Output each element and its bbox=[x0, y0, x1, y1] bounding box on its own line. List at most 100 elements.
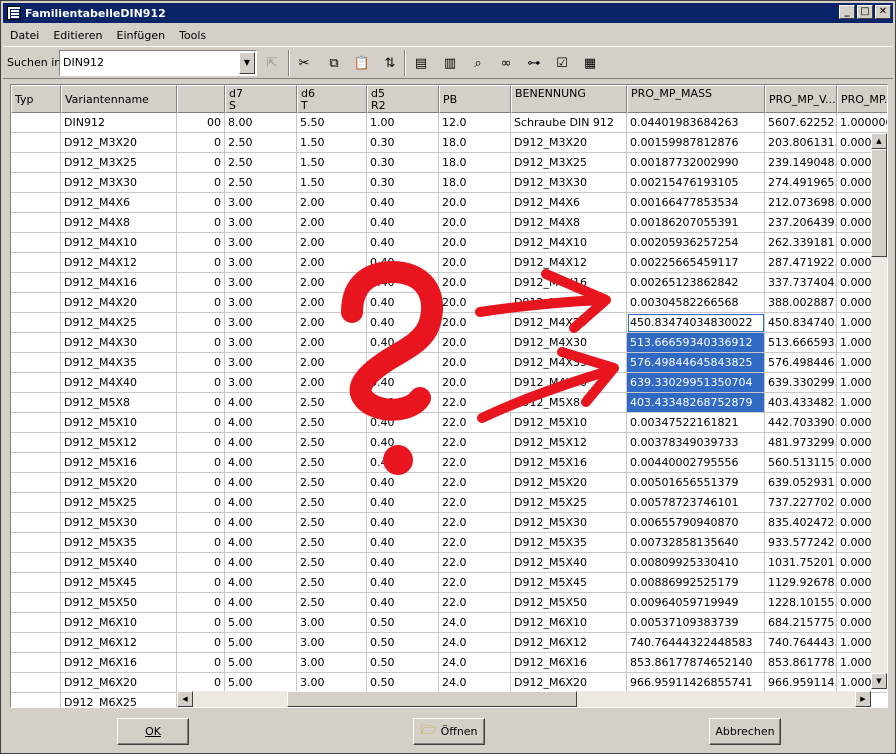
table-cell-d6[interactable]: 2.50 bbox=[297, 453, 367, 473]
table-cell-name[interactable]: D912_M4X35 bbox=[61, 353, 177, 373]
table-cell-pb[interactable]: 22.0 bbox=[439, 393, 511, 413]
table-row[interactable]: D912_M4X25 0 3.00 2.00 0.40 20.0 D912_M4X25 450… bbox=[11, 313, 887, 333]
table-cell-vol[interactable]: 262.339181... bbox=[765, 233, 837, 253]
table-cell-d6[interactable]: 2.00 bbox=[297, 233, 367, 253]
table-cell-d7[interactable]: 4.00 bbox=[225, 493, 297, 513]
table-row[interactable]: D912_M4X12 0 3.00 2.00 0.40 20.0 D912_M4X12 0.0… bbox=[11, 253, 887, 273]
table-cell-mass[interactable]: 576.49844645843825 bbox=[627, 353, 765, 373]
table-cell-vol[interactable]: 513.666593... bbox=[765, 333, 837, 353]
table-cell-d5[interactable]: 0.40 bbox=[367, 273, 439, 293]
table-cell-d7[interactable]: 4.00 bbox=[225, 573, 297, 593]
scroll-left-icon[interactable]: ◀ bbox=[177, 691, 193, 707]
table-cell-ben[interactable]: D912_M4X12 bbox=[511, 253, 627, 273]
table-cell-mass[interactable]: 0.00964059719949 bbox=[627, 593, 765, 613]
table-row[interactable]: D912_M6X16 0 5.00 3.00 0.50 24.0 D912_M6X16 853… bbox=[11, 653, 887, 673]
table-cell-name[interactable]: D912_M5X12 bbox=[61, 433, 177, 453]
table-cell-d6[interactable]: 5.50 bbox=[297, 113, 367, 133]
table-cell-name[interactable]: D912_M3X25 bbox=[61, 153, 177, 173]
table-cell-d5[interactable]: 0.40 bbox=[367, 213, 439, 233]
table-cell-d5[interactable]: 0.40 bbox=[367, 493, 439, 513]
table-cell-d6[interactable]: 2.50 bbox=[297, 473, 367, 493]
table-cell-name[interactable]: D912_M5X40 bbox=[61, 553, 177, 573]
table-cell-mass[interactable]: 0.00215476193105 bbox=[627, 173, 765, 193]
table-cell-vol[interactable]: 442.703390... bbox=[765, 413, 837, 433]
table-cell-ben[interactable]: D912_M5X25 bbox=[511, 493, 627, 513]
table-cell-d6[interactable]: 2.50 bbox=[297, 533, 367, 553]
table-cell-d6[interactable]: 3.00 bbox=[297, 673, 367, 693]
table-cell-d6[interactable]: 1.50 bbox=[297, 173, 367, 193]
table-cell-d6[interactable]: 2.50 bbox=[297, 513, 367, 533]
table-cell-name[interactable]: D912_M6X12 bbox=[61, 633, 177, 653]
table-cell-name[interactable]: D912_M4X6 bbox=[61, 193, 177, 213]
table-cell-x[interactable]: 0 bbox=[177, 573, 225, 593]
table-cell-typ[interactable] bbox=[11, 353, 61, 373]
table-cell-typ[interactable] bbox=[11, 673, 61, 693]
table-cell-vol[interactable]: 403.433482... bbox=[765, 393, 837, 413]
table-cell-d5[interactable]: 0.40 bbox=[367, 513, 439, 533]
scroll-up-icon[interactable]: ▲ bbox=[871, 133, 887, 149]
table-cell-ben[interactable]: D912_M4X10 bbox=[511, 233, 627, 253]
table-cell-name[interactable]: D912_M4X20 bbox=[61, 293, 177, 313]
table-row[interactable]: D912_M4X20 0 3.00 2.00 0.40 20.0 D912_M4X20 0.0… bbox=[11, 293, 887, 313]
table-cell-ben[interactable]: D912_M5X45 bbox=[511, 573, 627, 593]
table-cell-d6[interactable]: 2.50 bbox=[297, 413, 367, 433]
table-cell-vol[interactable]: 287.471922... bbox=[765, 253, 837, 273]
table-row[interactable]: D912_M6X10 0 5.00 3.00 0.50 24.0 D912_M6X10 0.0… bbox=[11, 613, 887, 633]
table-cell-ben[interactable]: D912_M4X20 bbox=[511, 293, 627, 313]
table-cell-typ[interactable] bbox=[11, 333, 61, 353]
table-cell-d7[interactable]: 4.00 bbox=[225, 453, 297, 473]
table-cell-mass[interactable]: 0.00809925330410 bbox=[627, 553, 765, 573]
table-row[interactable]: D912_M5X35 0 4.00 2.50 0.40 22.0 D912_M5X35 0.0… bbox=[11, 533, 887, 553]
table-cell-ben[interactable]: D912_M6X20 bbox=[511, 673, 627, 693]
table-cell-vol[interactable]: 5607.62252... bbox=[765, 113, 837, 133]
table-cell-name[interactable]: D912_M6X20 bbox=[61, 673, 177, 693]
table-cell-ben[interactable]: D912_M5X35 bbox=[511, 533, 627, 553]
table-cell-typ[interactable] bbox=[11, 393, 61, 413]
column-header-pb[interactable]: PB bbox=[439, 85, 511, 113]
table-cell-name[interactable]: D912_M4X12 bbox=[61, 253, 177, 273]
table-cell-typ[interactable] bbox=[11, 373, 61, 393]
table-cell-d5[interactable]: 0.40 bbox=[367, 553, 439, 573]
table-cell-d6[interactable]: 2.50 bbox=[297, 393, 367, 413]
table-cell-pb[interactable]: 22.0 bbox=[439, 593, 511, 613]
table-cell-d5[interactable]: 1.00 bbox=[367, 113, 439, 133]
table-cell-d5[interactable]: 0.40 bbox=[367, 393, 439, 413]
table-cell-ben[interactable]: D912_M4X16 bbox=[511, 273, 627, 293]
table-cell-d5[interactable]: 0.40 bbox=[367, 313, 439, 333]
table-cell-mass[interactable]: 853.86177874652140 bbox=[627, 653, 765, 673]
table-cell-pb[interactable]: 18.0 bbox=[439, 153, 511, 173]
table-cell-mass[interactable]: 0.00655790940870 bbox=[627, 513, 765, 533]
table-cell-vol[interactable]: 481.973299... bbox=[765, 433, 837, 453]
table-cell-d7[interactable]: 2.50 bbox=[225, 173, 297, 193]
table-cell-typ[interactable] bbox=[11, 533, 61, 553]
table-cell-typ[interactable] bbox=[11, 693, 61, 707]
column-header-name[interactable]: Variantenname bbox=[61, 85, 177, 113]
table-row[interactable]: D912_M5X40 0 4.00 2.50 0.40 22.0 D912_M5X40 0.0… bbox=[11, 553, 887, 573]
table-cell-d6[interactable]: 2.00 bbox=[297, 213, 367, 233]
table-cell-vol[interactable]: 1031.75201... bbox=[765, 553, 837, 573]
scroll-right-icon[interactable]: ▶ bbox=[855, 691, 871, 707]
table-cell-pb[interactable]: 22.0 bbox=[439, 433, 511, 453]
table-cell-typ[interactable] bbox=[11, 173, 61, 193]
close-button[interactable]: ✕ bbox=[875, 5, 891, 19]
table-row[interactable]: D912_M5X45 0 4.00 2.50 0.40 22.0 D912_M5X45 0.0… bbox=[11, 573, 887, 593]
table-cell-ben[interactable]: D912_M5X8 bbox=[511, 393, 627, 413]
table-cell-name[interactable]: D912_M5X20 bbox=[61, 473, 177, 493]
table-cell-d7[interactable]: 3.00 bbox=[225, 333, 297, 353]
table-cell-pb[interactable]: 20.0 bbox=[439, 273, 511, 293]
table-cell-name[interactable]: D912_M4X8 bbox=[61, 213, 177, 233]
column-header-typ[interactable]: Typ bbox=[11, 85, 61, 113]
table-cell-x[interactable]: 0 bbox=[177, 513, 225, 533]
table-cell-x[interactable]: 0 bbox=[177, 673, 225, 693]
table-row[interactable]: D912_M4X6 0 3.00 2.00 0.40 20.0 D912_M4X6 0.001… bbox=[11, 193, 887, 213]
table-cell-d7[interactable]: 2.50 bbox=[225, 133, 297, 153]
table-cell-ben[interactable]: D912_M6X10 bbox=[511, 613, 627, 633]
table-cell-name[interactable]: D912_M5X8 bbox=[61, 393, 177, 413]
table-cell-ben[interactable]: D912_M4X6 bbox=[511, 193, 627, 213]
column-header-d6[interactable]: d6 T bbox=[297, 85, 367, 113]
table-cell-mass[interactable]: 513.66659340336912 bbox=[627, 333, 765, 353]
table-cell-pb[interactable]: 22.0 bbox=[439, 493, 511, 513]
table-cell-pb[interactable]: 22.0 bbox=[439, 513, 511, 533]
table-cell-typ[interactable] bbox=[11, 493, 61, 513]
table-row[interactable]: D912_M5X12 0 4.00 2.50 0.40 22.0 D912_M5X12 0.0… bbox=[11, 433, 887, 453]
